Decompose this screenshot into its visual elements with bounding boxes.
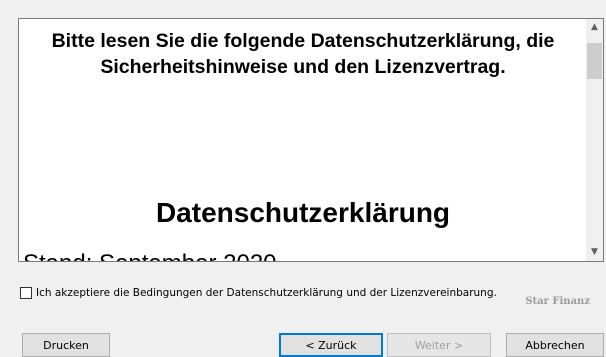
accept-terms-checkbox[interactable] [20,287,32,299]
print-button[interactable]: Drucken [22,333,110,357]
cancel-button[interactable]: Abbrechen [506,333,604,357]
document-title: Datenschutzerklärung [155,197,451,228]
license-document-viewer[interactable]: Bitte lesen Sie die folgende Datenschutz… [18,18,604,262]
scroll-down-arrow-icon[interactable]: ▼ [586,244,603,261]
accept-terms-label[interactable]: Ich akzeptiere die Bedingungen der Daten… [36,287,497,299]
vertical-scrollbar[interactable]: ▲ ▼ [586,19,603,261]
back-button[interactable]: < Zurück [279,333,383,357]
document-content: Bitte lesen Sie die folgende Datenschutz… [19,19,587,261]
accept-terms-row[interactable]: Ich akzeptiere die Bedingungen der Daten… [20,285,497,301]
document-partial-line: Stand: September 2020 [23,249,277,261]
scrollbar-thumb[interactable] [587,43,602,79]
next-button[interactable]: Weiter > [387,333,491,357]
scroll-up-arrow-icon[interactable]: ▲ [586,19,603,36]
brand-logo: Star Finanz [525,296,590,307]
document-heading: Bitte lesen Sie die folgende Datenschutz… [51,30,555,78]
